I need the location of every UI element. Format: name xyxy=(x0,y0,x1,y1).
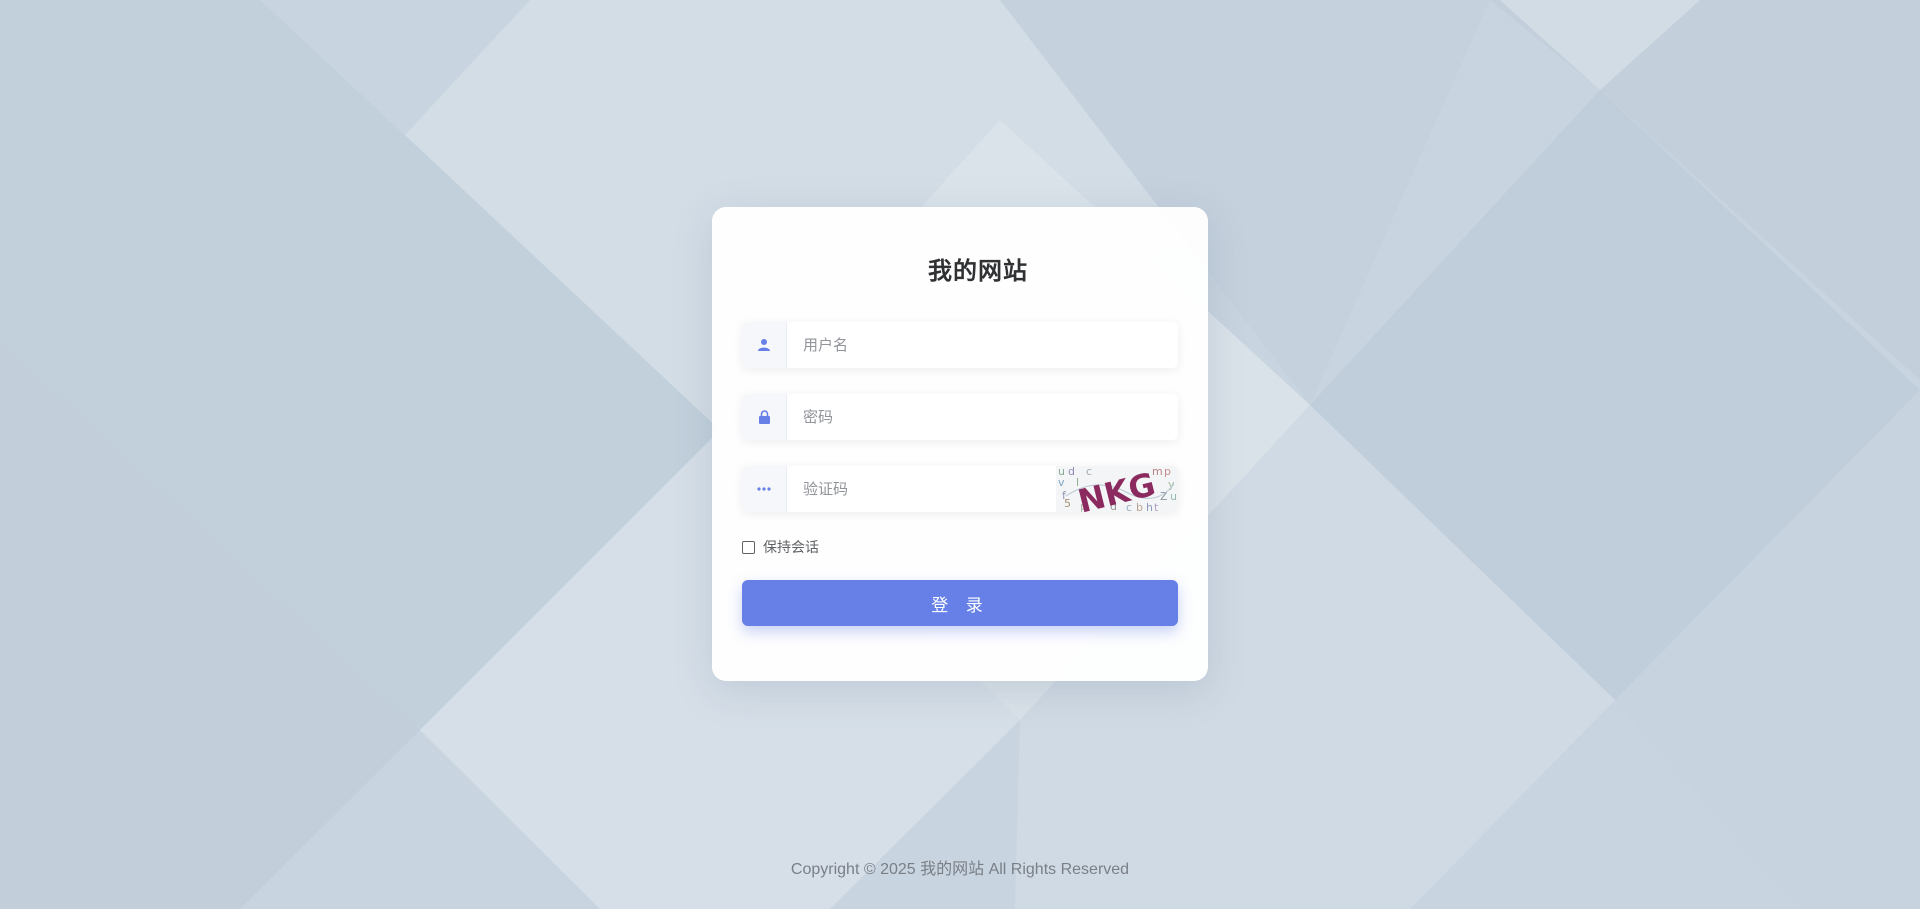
site-title: 我的网站 xyxy=(928,257,1028,285)
username-input[interactable] xyxy=(787,322,1178,368)
remember-label: 保持会话 xyxy=(763,540,819,556)
svg-text:m: m xyxy=(1152,466,1163,478)
svg-text:5: 5 xyxy=(1064,497,1071,510)
username-field xyxy=(742,322,1178,368)
checkbox-box[interactable] xyxy=(742,540,755,554)
dots-icon xyxy=(742,466,787,512)
captcha-field: u d c m p v l y f 5 p d c b h t Z xyxy=(742,466,1178,512)
svg-text:v: v xyxy=(1058,476,1065,489)
captcha-input[interactable] xyxy=(787,466,1056,512)
captcha-image[interactable]: u d c m p v l y f 5 p d c b h t Z u NKG xyxy=(1056,466,1178,512)
password-input[interactable] xyxy=(787,394,1178,440)
footer-copyright: Copyright © 2025 我的网站 All Rights Reserve… xyxy=(790,861,1130,878)
login-button[interactable]: 登 录 xyxy=(742,580,1178,626)
password-field xyxy=(742,394,1178,440)
remember-checkbox[interactable]: 保持会话 xyxy=(742,537,819,557)
svg-text:c: c xyxy=(1086,466,1092,478)
login-card: 我的网站 用户名 验证码 u d c m p v l y f 5 p d c b… xyxy=(712,207,1208,681)
svg-text:d: d xyxy=(1068,466,1075,478)
lock-icon xyxy=(742,394,787,440)
svg-text:p: p xyxy=(1164,466,1171,478)
svg-text:u: u xyxy=(1170,490,1177,503)
user-icon xyxy=(742,322,787,368)
